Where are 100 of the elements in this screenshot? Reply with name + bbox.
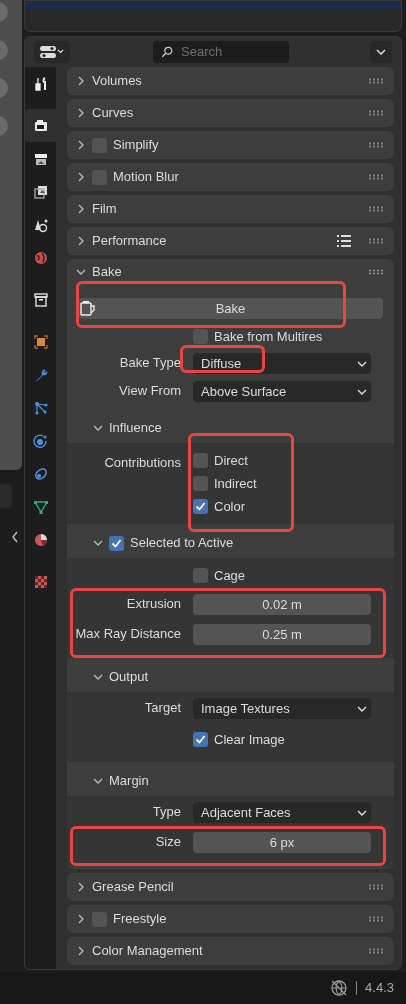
camera-back-icon	[32, 117, 49, 134]
chevron-right-icon	[76, 204, 86, 214]
number-field[interactable]: 0.25 m	[193, 624, 371, 645]
dropdown[interactable]: Image Textures	[193, 698, 371, 719]
chevron-right-icon	[76, 946, 86, 956]
panel-title: Freestyle	[113, 910, 167, 929]
image-stack-icon	[32, 183, 49, 200]
dropdown[interactable]: Adjacent Faces	[193, 802, 371, 823]
search-field[interactable]: Search	[153, 41, 289, 63]
chevron-down-icon	[357, 705, 367, 712]
grip-icon[interactable]	[368, 884, 384, 890]
orbit-icon	[32, 432, 49, 449]
box-icon	[32, 291, 49, 308]
checkbox[interactable]	[193, 476, 208, 491]
panel-title: Volumes	[92, 72, 142, 91]
square-frame-icon	[32, 333, 49, 350]
chevron-right-icon	[76, 914, 86, 924]
grip-icon[interactable]	[368, 78, 384, 84]
panel-header[interactable]: Freestyle	[67, 905, 394, 933]
checker-icon	[32, 573, 49, 590]
wrench-screwdriver-icon	[32, 75, 49, 92]
particles-icon	[32, 399, 49, 416]
panel-header[interactable]: Motion Blur	[67, 163, 394, 191]
globe-off-icon	[330, 979, 349, 997]
chevron-right-icon	[76, 236, 86, 246]
sphere-icon	[32, 531, 49, 548]
checkbox[interactable]	[193, 453, 208, 468]
chevron-right-icon	[76, 108, 86, 118]
field-label: Target	[144, 700, 181, 715]
grip-icon[interactable]	[368, 948, 384, 954]
checkbox[interactable]	[193, 732, 208, 747]
grip-icon[interactable]	[368, 269, 384, 275]
dropdown-value: Diffuse	[201, 354, 242, 373]
panel-title: Simplify	[113, 136, 159, 155]
panel-header[interactable]: Simplify	[67, 131, 394, 159]
chevron-right-icon	[76, 172, 86, 182]
globe-icon	[32, 249, 49, 266]
grip-icon[interactable]	[368, 174, 384, 180]
properties-tab[interactable]	[25, 109, 56, 142]
field-label: Size	[155, 834, 181, 849]
checkbox-label: Color	[214, 497, 246, 516]
search-input[interactable]: Search	[181, 42, 281, 62]
field-label: Extrusion	[126, 596, 181, 611]
chevron-down-icon	[357, 360, 367, 367]
number-field[interactable]: 0.02 m	[193, 594, 371, 615]
triangle-vertices-icon	[32, 498, 49, 515]
checkbox-label: Clear Image	[214, 730, 285, 749]
checkbox-label: Bake from Multires	[214, 327, 323, 346]
checkbox-label: Direct	[214, 451, 248, 470]
panel-header[interactable]: Film	[67, 195, 394, 223]
panel-title[interactable]: Bake	[92, 262, 122, 282]
chevron-right-icon	[76, 76, 86, 86]
subpanel-title[interactable]: Output	[109, 667, 149, 687]
checkbox[interactable]	[193, 329, 208, 344]
panel-header[interactable]: Volumes	[67, 67, 394, 95]
panel-header[interactable]: Grease Pencil	[67, 873, 394, 901]
panel-header[interactable]: Color Management	[67, 937, 394, 965]
dropdown[interactable]: Diffuse	[193, 353, 371, 374]
dropdown-value: Above Surface	[201, 382, 287, 401]
panel-title: Motion Blur	[113, 168, 179, 187]
checkbox[interactable]	[193, 499, 208, 514]
panel-title: Performance	[92, 232, 167, 251]
chevron-down-icon	[376, 49, 386, 55]
checkbox[interactable]	[109, 535, 124, 551]
field-label: Type	[152, 804, 181, 819]
editor-type-button[interactable]	[34, 41, 70, 63]
grip-icon[interactable]	[368, 238, 384, 244]
dropdown-value: Image Textures	[201, 699, 290, 718]
dropdown-value: Adjacent Faces	[201, 803, 291, 822]
subpanel-title[interactable]: Influence	[109, 418, 162, 438]
panel-title: Film	[92, 200, 117, 219]
grip-icon[interactable]	[368, 142, 384, 148]
field-label: Contributions	[104, 455, 181, 470]
subpanel-title[interactable]: Selected to Active	[130, 533, 234, 553]
field-label: Max Ray Distance	[75, 626, 181, 641]
version-text: 4.4.3	[365, 979, 394, 998]
chevron-right-icon	[76, 882, 86, 892]
chevron-left-icon[interactable]	[11, 531, 19, 543]
checkbox[interactable]	[193, 568, 208, 583]
chevron-down-icon	[357, 809, 367, 816]
field-label: View From	[119, 383, 181, 398]
panel-title: Grease Pencil	[92, 878, 174, 897]
dropdown-button[interactable]	[370, 41, 392, 63]
number-field[interactable]: 6 px	[193, 832, 371, 853]
subpanel-title[interactable]: Margin	[109, 771, 149, 791]
editor-type-icon	[39, 45, 65, 59]
chevron-down-icon	[357, 388, 367, 395]
panel-title: Color Management	[92, 942, 203, 961]
grip-icon[interactable]	[368, 916, 384, 922]
checkbox-label: Cage	[214, 566, 246, 585]
panel-header[interactable]: Performance	[67, 227, 394, 255]
grip-icon[interactable]	[368, 206, 384, 212]
checkbox-label: Indirect	[214, 474, 257, 493]
bake-button[interactable]: Bake	[78, 298, 383, 319]
panel-header[interactable]: Curves	[67, 99, 394, 127]
search-icon	[161, 45, 173, 59]
grip-icon[interactable]	[368, 110, 384, 116]
panel-title: Curves	[92, 104, 134, 123]
dropdown[interactable]: Above Surface	[193, 381, 371, 402]
list-icon[interactable]	[336, 234, 352, 248]
